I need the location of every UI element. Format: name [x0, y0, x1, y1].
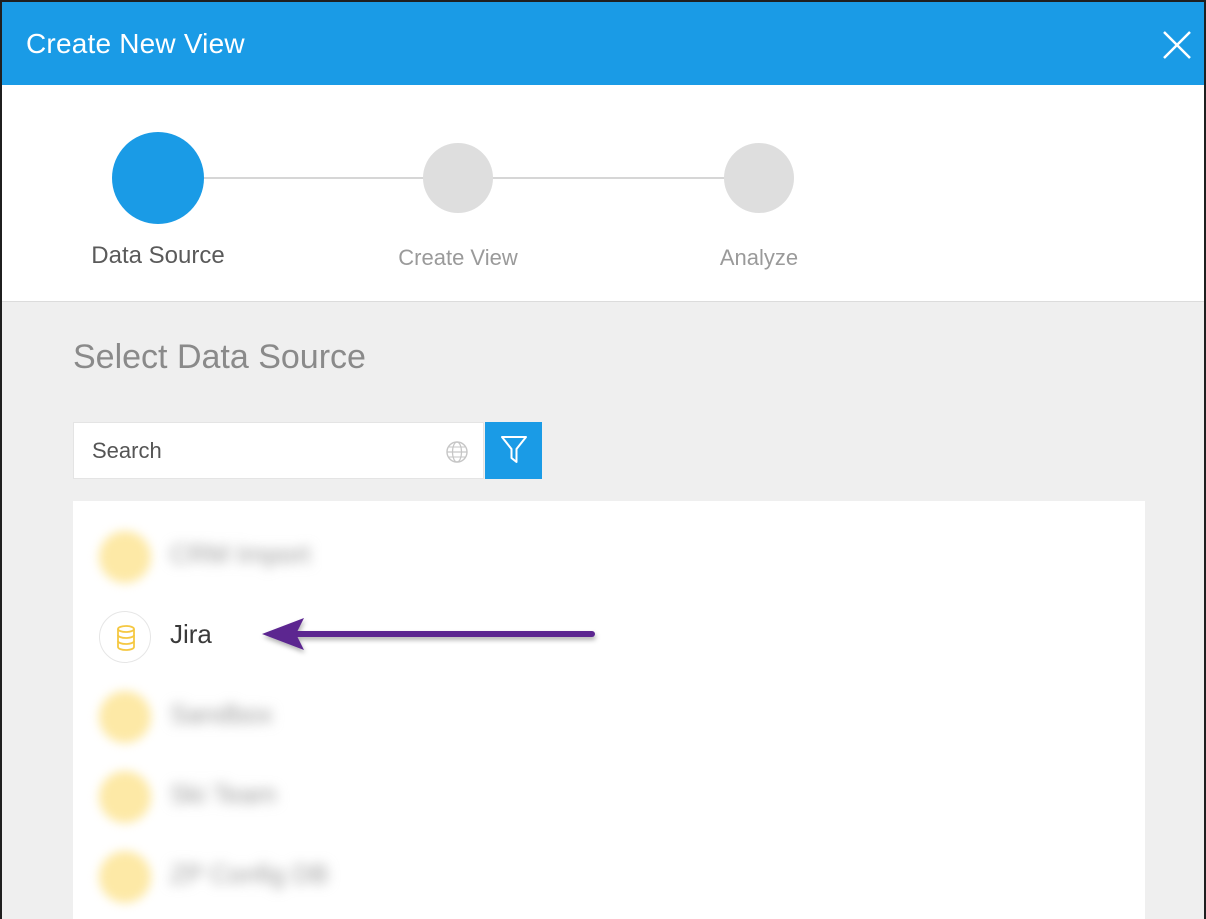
- filter-icon: [501, 436, 527, 463]
- list-item[interactable]: Ski Team: [73, 755, 1145, 835]
- wizard-stepper: Data Source Create View Analyze: [2, 85, 1204, 301]
- data-source-panel: Select Data Source CRM Import: [2, 302, 1204, 919]
- database-icon: [99, 531, 151, 583]
- data-source-label: Sandbox: [170, 699, 273, 729]
- search-input[interactable]: [74, 423, 434, 478]
- database-icon: [99, 611, 151, 663]
- list-item[interactable]: CRM Import: [73, 515, 1145, 595]
- step-indicator-analyze[interactable]: [724, 143, 794, 213]
- step-label-data-source: Data Source: [91, 242, 225, 269]
- create-view-dialog: Create New View Data Source Create View …: [0, 0, 1206, 919]
- list-item[interactable]: ZP Config DB: [73, 835, 1145, 915]
- search-field: [73, 422, 484, 479]
- database-icon: [99, 851, 151, 903]
- close-button[interactable]: [1160, 28, 1194, 62]
- close-icon: [1163, 31, 1191, 59]
- globe-icon[interactable]: [445, 440, 469, 464]
- data-source-label: Ski Team: [170, 779, 277, 809]
- filter-button[interactable]: [485, 422, 542, 479]
- section-title: Select Data Source: [73, 338, 366, 376]
- data-source-label: CRM Import: [170, 539, 311, 569]
- step-indicator-data-source[interactable]: [112, 132, 204, 224]
- database-icon: [99, 691, 151, 743]
- dialog-title: Create New View: [26, 28, 245, 59]
- data-source-list: CRM Import Jira Sandbox Ski Team ZP Conf…: [73, 501, 1145, 919]
- step-connector: [202, 177, 427, 179]
- data-source-label: ZP Config DB: [170, 859, 329, 889]
- database-icon: [99, 771, 151, 823]
- list-item[interactable]: Sandbox: [73, 675, 1145, 755]
- step-label-analyze: Analyze: [719, 245, 799, 270]
- list-item-jira[interactable]: Jira: [73, 595, 1145, 675]
- step-connector: [492, 177, 727, 179]
- step-label-create-view: Create View: [398, 245, 518, 270]
- dialog-header: Create New View: [2, 2, 1204, 85]
- data-source-label: Jira: [170, 619, 212, 649]
- step-indicator-create-view[interactable]: [423, 143, 493, 213]
